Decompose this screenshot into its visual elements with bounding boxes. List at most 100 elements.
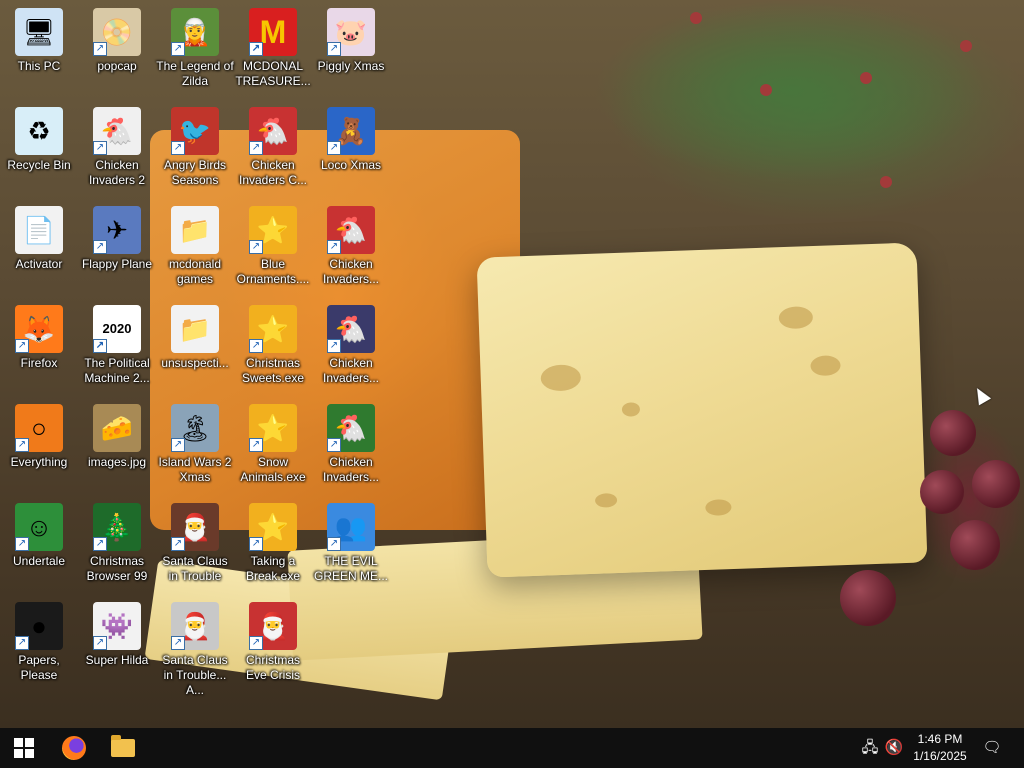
start-button[interactable] — [0, 728, 48, 768]
desktop-icon[interactable]: ● ↗ Papers, Please — [0, 598, 78, 690]
shortcut-arrow-icon: ↗ — [249, 141, 263, 155]
shortcut-arrow-icon: ↗ — [249, 42, 263, 56]
desktop-icon-label: Snow Animals.exe — [240, 455, 306, 484]
desktop-icon[interactable]: 🦊 ↗ Firefox — [0, 301, 78, 393]
desktop-icon-image: M ↗ — [249, 8, 297, 56]
desktop-icon-label: Chicken Invaders... — [322, 356, 380, 385]
desktop-icon-image: 2020 ↗ — [93, 305, 141, 353]
desktop: 🖥 This PC 📀 ↗ popcap 🧝 ↗ The Legend of Zilda M ↗ M… — [0, 0, 1024, 728]
shortcut-arrow-icon: ↗ — [249, 636, 263, 650]
desktop-icon-label: Chicken Invaders 2 — [88, 158, 146, 187]
desktop-icon[interactable]: 🐔 ↗ Chicken Invaders... — [312, 202, 390, 294]
taskbar-firefox-button[interactable] — [50, 728, 98, 768]
desktop-icon-image: ⭐ ↗ — [249, 404, 297, 452]
desktop-icon-image: ♻ — [15, 107, 63, 155]
desktop-icon[interactable]: 📁 mcdonald games — [156, 202, 234, 294]
system-clock[interactable]: 1:46 PM 1/16/2025 — [908, 731, 972, 765]
desktop-icon-image: 🐔 ↗ — [327, 305, 375, 353]
desktop-icon[interactable]: M ↗ MCDONAL TREASURE... — [234, 4, 312, 96]
desktop-icon[interactable]: 🎅 ↗ Christmas Eve Crisis — [234, 598, 312, 690]
shortcut-arrow-icon: ↗ — [15, 636, 29, 650]
desktop-icon-image: ○ ↗ — [15, 404, 63, 452]
desktop-icon[interactable]: 🐔 ↗ Chicken Invaders... — [312, 400, 390, 492]
windows-logo-icon — [14, 738, 34, 758]
wallpaper-grape — [930, 410, 976, 456]
desktop-icon-image: 🎅 ↗ — [171, 602, 219, 650]
desktop-icon-label: This PC — [17, 59, 61, 73]
wallpaper-berry — [760, 84, 772, 96]
desktop-icon[interactable]: 🐔 ↗ Chicken Invaders... — [312, 301, 390, 393]
desktop-icon-label: Christmas Sweets.exe — [241, 356, 305, 385]
desktop-icon[interactable]: ✈ ↗ Flappy Plane — [78, 202, 156, 294]
wallpaper-grape — [950, 520, 1000, 570]
desktop-icon-label: unsuspecti... — [161, 356, 229, 370]
desktop-icon[interactable]: ♻ Recycle Bin — [0, 103, 78, 195]
desktop-icon[interactable]: ○ ↗ Everything — [0, 400, 78, 492]
shortcut-arrow-icon: ↗ — [327, 537, 341, 551]
desktop-icon[interactable]: 🖥 This PC — [0, 4, 78, 96]
desktop-icon[interactable]: 🐔 ↗ Chicken Invaders C... — [234, 103, 312, 195]
shortcut-arrow-icon: ↗ — [171, 636, 185, 650]
desktop-icon-image: 🐷 ↗ — [327, 8, 375, 56]
desktop-icon-image: 🧸 ↗ — [327, 107, 375, 155]
desktop-icon[interactable]: 📁 unsuspecti... — [156, 301, 234, 393]
desktop-icon-image: 🦊 ↗ — [15, 305, 63, 353]
desktop-icon[interactable]: 👥 ↗ THE EVIL GREEN ME... — [312, 499, 390, 591]
desktop-icon-image: 🖥 — [15, 8, 63, 56]
desktop-icon-image: 📁 — [171, 305, 219, 353]
desktop-icon[interactable]: 📄 Activator — [0, 202, 78, 294]
desktop-icon-image: 🐔 ↗ — [327, 404, 375, 452]
shortcut-arrow-icon: ↗ — [93, 42, 107, 56]
shortcut-arrow-icon: ↗ — [327, 42, 341, 56]
desktop-icon[interactable]: 🧀 images.jpg — [78, 400, 156, 492]
desktop-icon[interactable]: 🧝 ↗ The Legend of Zilda — [156, 4, 234, 96]
desktop-icon[interactable]: ⭐ ↗ Taking a Break.exe — [234, 499, 312, 591]
taskbar: 🖧 🔇 1:46 PM 1/16/2025 🗨 — [0, 728, 1024, 768]
desktop-icon-label: Activator — [15, 257, 63, 271]
desktop-icon[interactable]: 2020 ↗ The Political Machine 2... — [78, 301, 156, 393]
desktop-icon[interactable]: 🐔 ↗ Chicken Invaders 2 — [78, 103, 156, 195]
wallpaper-pine-branch — [560, 0, 1024, 240]
desktop-icon-image: 👾 ↗ — [93, 602, 141, 650]
desktop-icon-label: Everything — [10, 455, 68, 469]
desktop-icon-label: Chicken Invaders... — [322, 257, 380, 286]
desktop-icon-image: 🏝 ↗ — [171, 404, 219, 452]
volume-muted-icon[interactable]: 🔇 — [884, 738, 904, 758]
desktop-icon[interactable]: 🐷 ↗ Piggly Xmas — [312, 4, 390, 96]
desktop-icon-label: images.jpg — [87, 455, 147, 469]
shortcut-arrow-icon: ↗ — [93, 141, 107, 155]
desktop-icon-image: 🐔 ↗ — [93, 107, 141, 155]
desktop-icon[interactable]: 🎅 ↗ Santa Claus in Trouble... A... — [156, 598, 234, 697]
desktop-icon[interactable]: 🧸 ↗ Loco Xmas — [312, 103, 390, 195]
desktop-icon-label: THE EVIL GREEN ME... — [313, 554, 388, 583]
desktop-icon-label: Flappy Plane — [81, 257, 153, 271]
desktop-icon-label: popcap — [97, 59, 137, 73]
firefox-taskbar-icon — [62, 736, 86, 760]
desktop-icon-image: 🎄 ↗ — [93, 503, 141, 551]
desktop-icon[interactable]: 🏝 ↗ Island Wars 2 Xmas — [156, 400, 234, 492]
mouse-cursor-icon — [970, 384, 992, 406]
wallpaper-grape — [840, 570, 896, 626]
desktop-icon[interactable]: ☺ ↗ Undertale — [0, 499, 78, 591]
desktop-icon-label: mcdonald games — [168, 257, 222, 286]
desktop-icon[interactable]: 🎅 ↗ Santa Claus in Trouble — [156, 499, 234, 591]
network-icon[interactable]: 🖧 — [860, 738, 880, 758]
desktop-icon[interactable]: 👾 ↗ Super Hilda — [78, 598, 156, 690]
shortcut-arrow-icon: ↗ — [327, 141, 341, 155]
desktop-icon-label: Loco Xmas — [320, 158, 382, 172]
desktop-icon[interactable]: ⭐ ↗ Christmas Sweets.exe — [234, 301, 312, 393]
desktop-icon[interactable]: 🎄 ↗ Christmas Browser 99 — [78, 499, 156, 591]
desktop-icon-label: MCDONAL TREASURE... — [235, 59, 311, 88]
wallpaper-berry — [880, 176, 892, 188]
desktop-icon[interactable]: ⭐ ↗ Blue Ornaments.... — [234, 202, 312, 294]
taskbar-file-explorer-button[interactable] — [99, 728, 147, 768]
desktop-icon[interactable]: 🐦 ↗ Angry Birds Seasons — [156, 103, 234, 195]
desktop-icon-label: Chicken Invaders... — [322, 455, 380, 484]
desktop-icon-label: Taking a Break.exe — [245, 554, 301, 583]
action-center-icon[interactable]: 🗨 — [982, 738, 1002, 758]
desktop-icon-label: Chicken Invaders C... — [238, 158, 308, 187]
file-explorer-taskbar-icon — [111, 735, 135, 757]
desktop-icon[interactable]: 📀 ↗ popcap — [78, 4, 156, 96]
wallpaper-grape — [920, 470, 964, 514]
desktop-icon[interactable]: ⭐ ↗ Snow Animals.exe — [234, 400, 312, 492]
